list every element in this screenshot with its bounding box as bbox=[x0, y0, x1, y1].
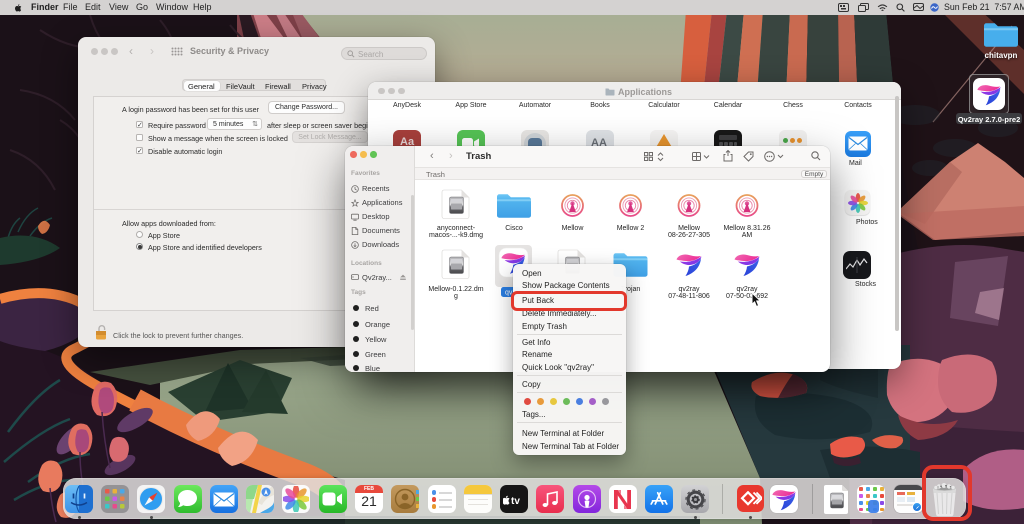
svg-text:tv: tv bbox=[511, 496, 520, 505]
